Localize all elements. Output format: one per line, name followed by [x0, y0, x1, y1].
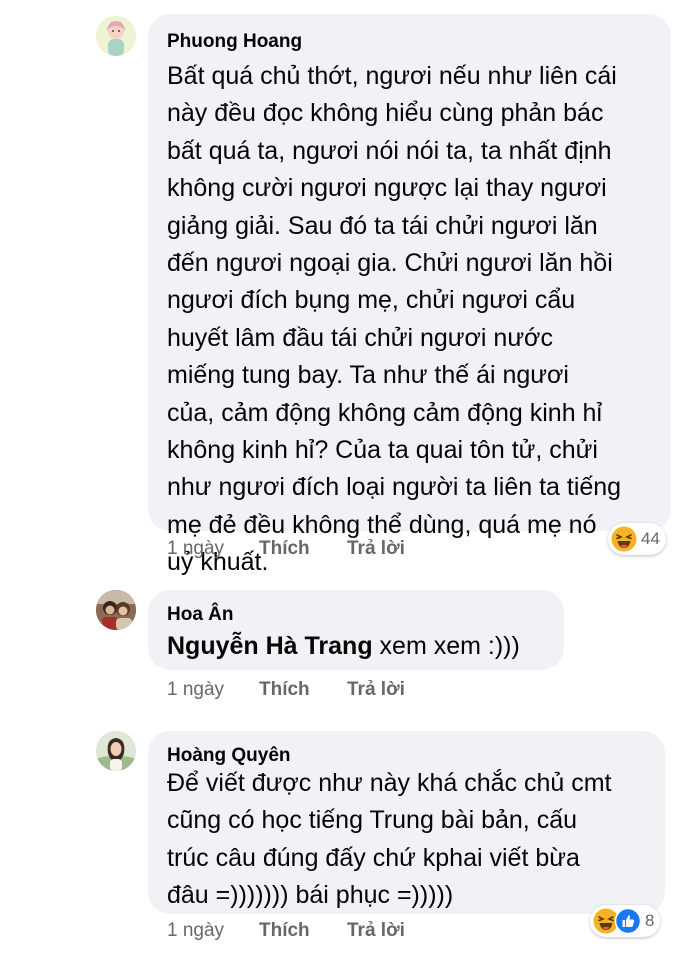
like-button[interactable]: Thích [259, 920, 310, 942]
reaction-count: 8 [645, 911, 655, 930]
avatar[interactable] [96, 16, 136, 56]
comment-line: miếng tung bay. Ta như thế ái ngươi [167, 361, 569, 390]
comment-timestamp[interactable]: 1 ngày [167, 679, 224, 701]
comment-line: của, cảm động không cảm động kinh hỉ [167, 398, 602, 427]
avatar-photo [96, 731, 136, 771]
reaction-summary[interactable]: 8 [590, 905, 661, 937]
comment-line: Bất quá chủ thớt, ngươi nếu như liên cái [167, 62, 617, 90]
reply-button[interactable]: Trả lời [347, 538, 405, 560]
comment-line: ngươi đích bụng mẹ, chửi ngươi cẩu [167, 286, 576, 315]
avatar-illustration [96, 16, 136, 56]
comment-line: bất quá ta, ngươi nói nói ta, ta nhất đị… [167, 136, 612, 165]
comment-line: cũng có học tiếng Trung bài bản, cấu [167, 806, 578, 835]
comment-line: không cười ngươi ngược lại thay ngươi [167, 174, 607, 203]
comment-line: này đều đọc không hiểu cùng phản bác [167, 99, 604, 128]
comment-line: huyết lâm đầu tái chửi ngươi nước [167, 323, 553, 352]
comment-author[interactable]: Hoa Ân [167, 604, 234, 626]
comment-line: Để viết được như này khá chắc chủ cmt [167, 769, 612, 797]
comment-author[interactable]: Phuong Hoang [167, 31, 302, 53]
comment-line: trúc câu đúng đấy chứ kphai viết bừa [167, 843, 580, 872]
mention-link[interactable]: Nguyễn Hà Trang [167, 632, 373, 660]
comment-text: Để viết được như này khá chắc chủ cmt cũ… [167, 765, 612, 915]
comment-text: Nguyễn Hà Trang xem xem :))) [167, 628, 520, 665]
comment-line: đâu =))))))) bái phục =))))) [167, 881, 454, 910]
comment-line: đến ngươi ngoại gia. Chửi ngươi lăn hồi [167, 249, 613, 278]
like-button[interactable]: Thích [259, 679, 310, 701]
haha-icon [611, 526, 637, 552]
avatar[interactable] [96, 731, 136, 771]
like-button[interactable]: Thích [259, 538, 310, 560]
comment-author[interactable]: Hoàng Quyên [167, 745, 291, 767]
comment-text: Bất quá chủ thớt, ngươi nếu như liên cái… [167, 58, 621, 582]
reply-button[interactable]: Trả lời [347, 920, 405, 942]
comment-text-rest: xem xem :))) [372, 632, 520, 660]
comment-line: như ngươi đích loại người ta liên ta tiế… [167, 473, 622, 502]
reply-button[interactable]: Trả lời [347, 679, 405, 701]
reaction-count: 44 [641, 529, 660, 548]
comment-timestamp[interactable]: 1 ngày [167, 538, 224, 560]
avatar[interactable] [96, 590, 136, 630]
reaction-summary[interactable]: 44 [608, 523, 666, 555]
avatar-photo [96, 590, 136, 630]
comment-line: giảng giải. Sau đó ta tái chửi ngươi lăn [167, 211, 598, 240]
comment-line: không kinh hỉ? Của ta quai tôn tử, chửi [167, 436, 598, 465]
like-icon [614, 907, 642, 935]
comment-timestamp[interactable]: 1 ngày [167, 920, 224, 942]
